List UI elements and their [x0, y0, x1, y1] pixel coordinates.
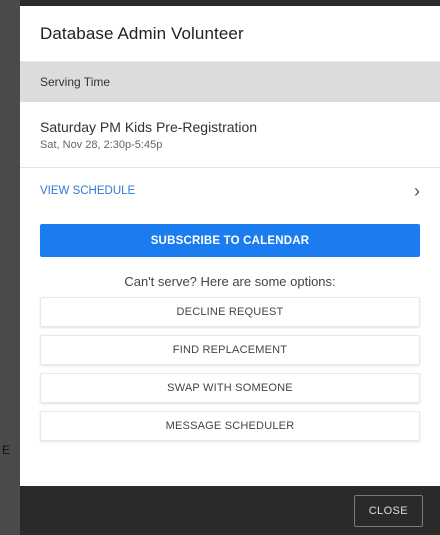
- close-button[interactable]: CLOSE: [353, 494, 423, 527]
- backdrop-text-fragment: E: [2, 443, 11, 457]
- subscribe-to-calendar-button[interactable]: SUBSCRIBE TO CALENDAR: [40, 224, 420, 257]
- chevron-right-icon: ›: [414, 181, 420, 201]
- modal-title: Database Admin Volunteer: [40, 23, 244, 43]
- event-time: Sat, Nov 28, 2:30p-5:45p: [40, 139, 163, 151]
- modal-footer: CLOSE: [20, 486, 440, 535]
- event-details: Saturday PM Kids Pre-Registration Sat, N…: [20, 102, 440, 168]
- section-label: Serving Time: [40, 75, 111, 89]
- view-schedule-link[interactable]: VIEW SCHEDULE ›: [20, 168, 440, 214]
- decline-request-button[interactable]: DECLINE REQUEST: [40, 297, 420, 327]
- event-name: Saturday PM Kids Pre-Registration: [40, 119, 258, 135]
- view-schedule-label: VIEW SCHEDULE: [40, 185, 136, 197]
- subscribe-wrapper: SUBSCRIBE TO CALENDAR: [20, 224, 440, 257]
- message-scheduler-button[interactable]: MESSAGE SCHEDULER: [40, 411, 420, 441]
- options-heading: Can't serve? Here are some options:: [124, 274, 336, 289]
- options-list: DECLINE REQUEST FIND REPLACEMENT SWAP WI…: [20, 297, 440, 441]
- swap-with-someone-button[interactable]: SWAP WITH SOMEONE: [40, 373, 420, 403]
- modal-header: Database Admin Volunteer: [20, 6, 440, 62]
- volunteer-modal: Database Admin Volunteer Serving Time Sa…: [20, 6, 440, 535]
- serving-time-section-bar: Serving Time: [20, 62, 440, 102]
- find-replacement-button[interactable]: FIND REPLACEMENT: [40, 335, 420, 365]
